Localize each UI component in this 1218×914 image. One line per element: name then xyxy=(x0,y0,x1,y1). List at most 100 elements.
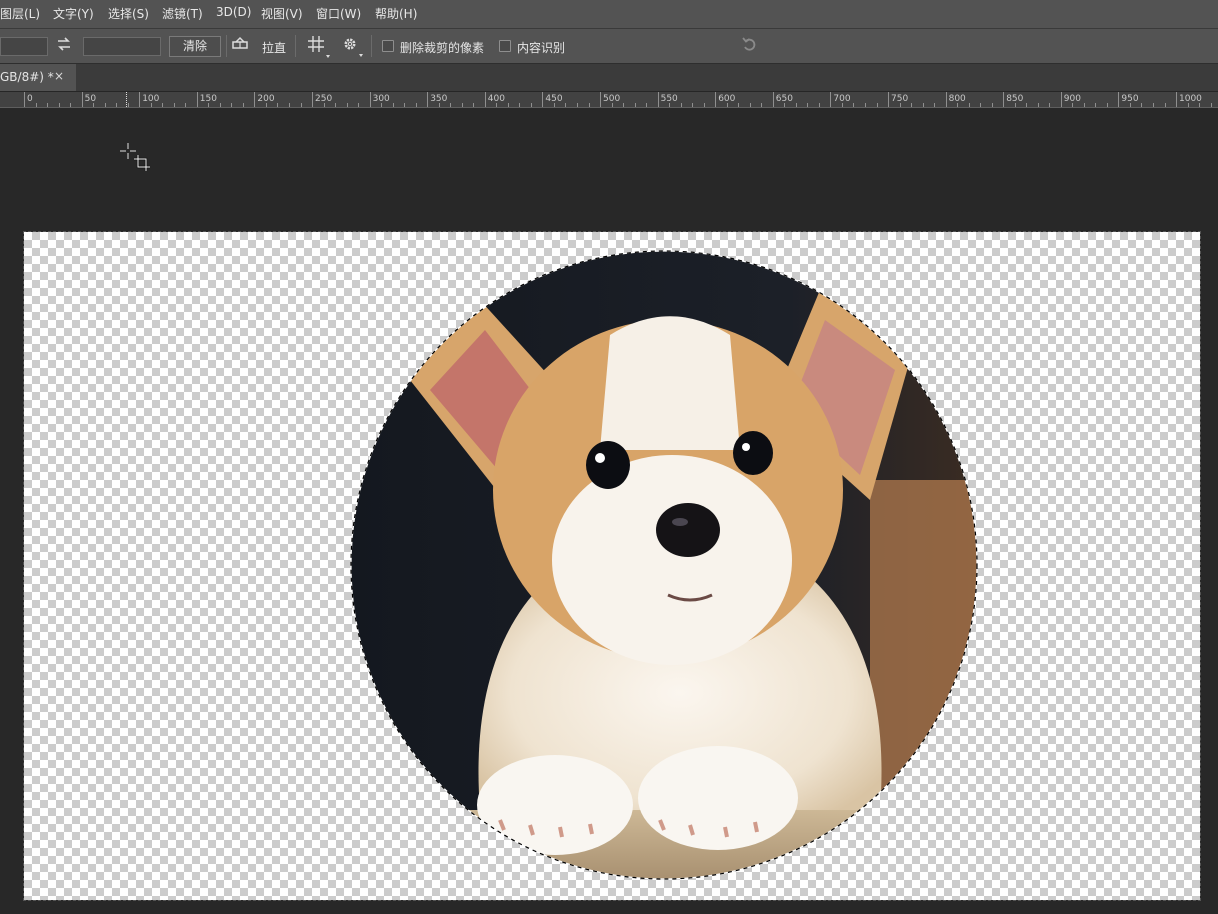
ruler-label: 400 xyxy=(487,94,505,104)
ruler-tick xyxy=(680,103,682,107)
ruler-tick xyxy=(484,92,486,107)
menu-bar: 图层(L) 文字(Y) 选择(S) 滤镜(T) 3D(D) 视图(V) 窗口(W… xyxy=(0,0,1218,29)
ruler-tick xyxy=(519,103,521,107)
menu-view[interactable]: 视图(V) xyxy=(261,5,303,22)
ruler-tick xyxy=(911,103,912,107)
menu-3d[interactable]: 3D(D) xyxy=(216,5,251,19)
ruler-tick xyxy=(991,103,993,107)
document-tab-bar: GB/8#) * × xyxy=(0,64,1218,92)
ruler-tick xyxy=(772,92,774,107)
ruler-tick xyxy=(139,92,141,107)
ruler-tick xyxy=(853,103,855,107)
ruler-tick xyxy=(646,103,648,107)
ruler-label: 700 xyxy=(833,94,851,104)
ruler-tick xyxy=(1060,92,1062,107)
ruler-tick xyxy=(715,92,717,107)
ruler-tick xyxy=(865,103,866,107)
ruler-tick xyxy=(35,103,37,107)
ruler-tick xyxy=(634,103,636,107)
ruler-tick xyxy=(657,92,659,107)
ruler-label: 50 xyxy=(84,94,97,104)
menu-type[interactable]: 文字(Y) xyxy=(53,5,94,22)
ruler-tick xyxy=(1049,103,1051,107)
ruler-tick xyxy=(1176,92,1177,107)
ruler-tick xyxy=(830,92,832,107)
ruler-tick xyxy=(300,103,302,107)
ruler-tick xyxy=(242,103,244,107)
horizontal-ruler[interactable]: 0 50 100 150 200 250 300 350 400 450 500 550 600 650 7… xyxy=(0,92,1218,108)
ruler-tick xyxy=(542,92,544,107)
ruler-tick xyxy=(980,103,982,107)
menu-filter[interactable]: 滤镜(T) xyxy=(162,5,203,22)
undo-icon[interactable] xyxy=(740,34,760,57)
ruler-tick xyxy=(427,92,429,107)
ruler-label: 950 xyxy=(1121,94,1139,104)
ruler-tick xyxy=(47,103,48,107)
ruler-tick xyxy=(761,103,763,107)
ruler-tick xyxy=(1164,103,1166,107)
ruler-tick xyxy=(461,103,463,107)
clear-button[interactable]: 清除 xyxy=(169,36,221,57)
ruler-label: 450 xyxy=(545,94,563,104)
document-tab[interactable]: GB/8#) * × xyxy=(0,64,76,91)
circular-dog-photo xyxy=(350,250,978,880)
content-aware-checkbox[interactable] xyxy=(499,40,511,52)
menu-layer[interactable]: 图层(L) xyxy=(0,5,40,22)
ruler-label: 800 xyxy=(948,94,966,104)
ruler-label: 650 xyxy=(775,94,793,104)
ruler-tick xyxy=(289,103,290,107)
grid-overlay-icon[interactable] xyxy=(306,34,330,58)
ruler-label: 900 xyxy=(1063,94,1081,104)
document-tab-label: GB/8#) * xyxy=(0,70,54,84)
separator xyxy=(371,35,372,57)
ruler-tick xyxy=(818,103,820,107)
close-icon[interactable]: × xyxy=(54,69,64,83)
crop-width-field[interactable] xyxy=(0,37,48,56)
ruler-label: 350 xyxy=(430,94,448,104)
ruler-tick xyxy=(1106,103,1108,107)
ruler-tick xyxy=(127,103,129,107)
level-icon[interactable] xyxy=(230,34,250,57)
ruler-tick xyxy=(1153,103,1154,107)
document-canvas[interactable] xyxy=(23,231,1201,901)
ruler-tick xyxy=(1095,103,1097,107)
menu-help[interactable]: 帮助(H) xyxy=(375,5,417,22)
ruler-tick xyxy=(1083,103,1085,107)
ruler-tick xyxy=(162,103,164,107)
ruler-tick xyxy=(807,103,809,107)
menu-select[interactable]: 选择(S) xyxy=(108,5,149,22)
crop-height-field[interactable] xyxy=(83,37,161,56)
straighten-label[interactable]: 拉直 xyxy=(262,39,286,56)
ruler-tick xyxy=(116,103,118,107)
ruler-label: 100 xyxy=(142,94,160,104)
delete-cropped-checkbox[interactable] xyxy=(382,40,394,52)
ruler-tick xyxy=(70,103,72,107)
ruler-tick xyxy=(1118,92,1120,107)
ruler-tick xyxy=(692,103,694,107)
ruler-tick xyxy=(703,103,705,107)
ruler-tick xyxy=(795,103,797,107)
ruler-tick xyxy=(473,103,475,107)
ruler-tick xyxy=(404,103,406,107)
content-aware-label[interactable]: 内容识别 xyxy=(517,39,565,56)
ruler-tick xyxy=(934,103,936,107)
ruler-tick xyxy=(530,103,532,107)
ruler-tick xyxy=(1003,92,1005,107)
ruler-tick xyxy=(58,103,60,107)
swap-arrows-icon[interactable] xyxy=(55,34,73,57)
ruler-tick xyxy=(81,92,83,107)
ruler-tick xyxy=(1141,103,1143,107)
menu-window[interactable]: 窗口(W) xyxy=(316,5,361,22)
ruler-tick xyxy=(254,92,256,107)
ruler-tick xyxy=(738,103,740,107)
ruler-label: 150 xyxy=(199,94,217,104)
ruler-tick xyxy=(335,103,336,107)
delete-cropped-label[interactable]: 删除裁剪的像素 xyxy=(400,39,484,56)
ruler-label: 300 xyxy=(372,94,390,104)
ruler-label: 200 xyxy=(257,94,275,104)
ruler-tick xyxy=(185,103,187,107)
ruler-label: 750 xyxy=(891,94,909,104)
ruler-tick xyxy=(876,103,878,107)
ruler-label: 0 xyxy=(27,94,33,104)
gear-icon[interactable] xyxy=(341,34,363,57)
